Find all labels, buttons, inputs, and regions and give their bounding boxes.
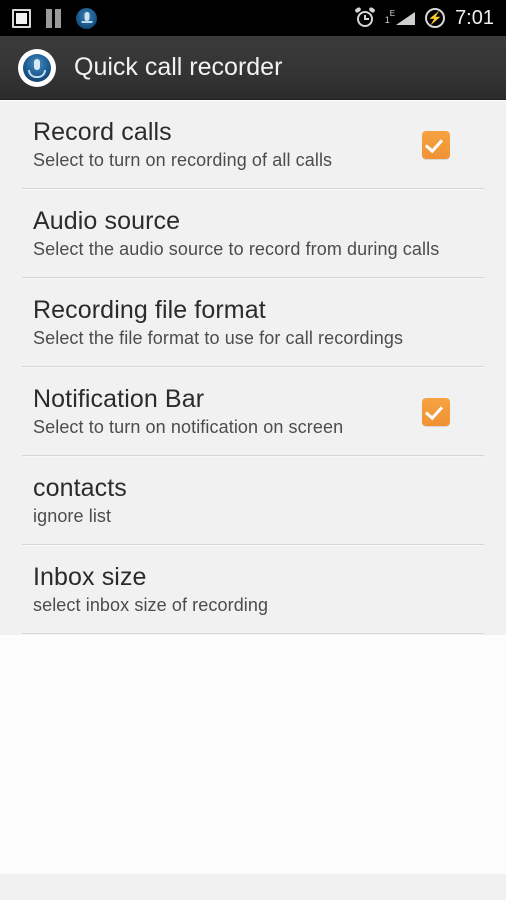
preference-title: Inbox size <box>33 563 147 592</box>
app-logo-disc <box>23 53 51 82</box>
empty-list-area <box>0 635 506 875</box>
preferences-list: Record calls Select to turn on recording… <box>0 101 506 900</box>
status-bar: 1 E 7:01 <box>0 0 506 36</box>
preference-title: Recording file format <box>33 296 266 325</box>
preference-summary: Select to turn on notification on screen <box>33 417 344 438</box>
signal-bars-icon: 1 E <box>385 8 416 28</box>
alarm-clock-icon <box>354 6 376 28</box>
app-screen: 1 E 7:01 Quick call recorder Record call… <box>0 0 506 900</box>
stop-square-icon <box>12 8 31 28</box>
preference-inbox-size[interactable]: Inbox size select inbox size of recordin… <box>0 546 506 633</box>
app-logo-microphone-icon[interactable] <box>18 48 56 87</box>
alarm-hand-minute <box>363 18 369 20</box>
preference-audio-source[interactable]: Audio source Select the audio source to … <box>0 190 506 277</box>
app-notification-icon <box>76 7 97 29</box>
status-bar-left-icons <box>12 7 97 29</box>
preference-title: Notification Bar <box>33 385 205 414</box>
checkmark-icon <box>424 401 444 420</box>
preference-summary: Select to turn on recording of all calls <box>33 150 333 170</box>
preference-recording-file-format[interactable]: Recording file format Select the file fo… <box>0 279 506 366</box>
signal-network-type: E <box>389 9 396 18</box>
status-bar-right-icons: 1 E 7:01 <box>354 6 494 29</box>
preference-summary: Select the file format to use for call r… <box>33 328 404 349</box>
preference-contacts[interactable]: contacts ignore list <box>0 457 506 544</box>
preference-title: Record calls <box>33 118 172 146</box>
status-bar-clock: 7:01 <box>455 7 494 29</box>
preference-summary: Select the audio source to record from d… <box>33 239 440 260</box>
signal-strength-triangle <box>396 12 416 25</box>
preference-title: contacts <box>33 474 127 503</box>
preference-summary: select inbox size of recording <box>33 595 269 616</box>
battery-charging-icon <box>425 8 446 28</box>
notification-bar-checkbox[interactable] <box>422 397 450 426</box>
preference-record-calls[interactable]: Record calls Select to turn on recording… <box>0 101 506 188</box>
page-title: Quick call recorder <box>74 53 283 81</box>
preference-notification-bar[interactable]: Notification Bar Select to turn on notif… <box>0 368 506 455</box>
record-calls-checkbox[interactable] <box>422 130 450 159</box>
action-bar: Quick call recorder <box>0 36 506 100</box>
pause-icon <box>45 8 62 28</box>
checkmark-icon <box>424 134 444 153</box>
preference-summary: ignore list <box>33 506 112 527</box>
preference-title: Audio source <box>33 207 181 236</box>
